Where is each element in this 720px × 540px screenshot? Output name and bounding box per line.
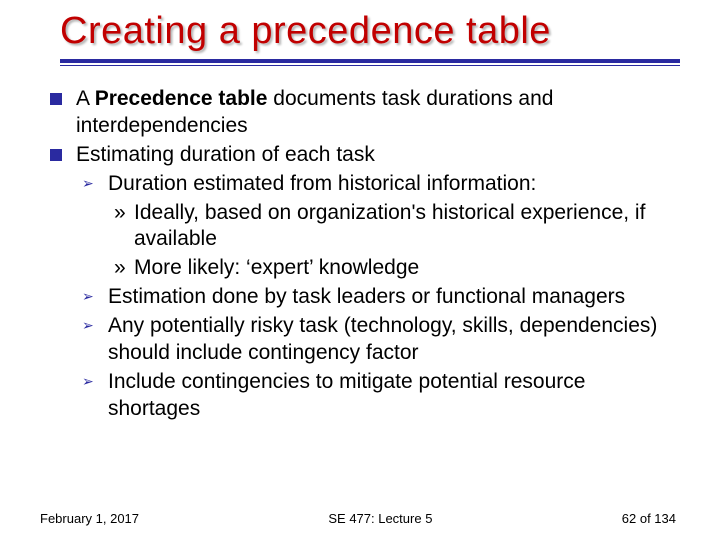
footer-date: February 1, 2017: [40, 511, 139, 526]
text-run: Ideally, based on organization's histori…: [134, 201, 645, 251]
sub-list: ➢ Duration estimated from historical inf…: [76, 171, 670, 423]
text-run: More likely: ‘expert’ knowledge: [134, 256, 419, 279]
list-item: Estimating duration of each task ➢ Durat…: [50, 142, 670, 423]
text-run: Any potentially risky task (technology, …: [108, 314, 657, 364]
title-rule-thick: [60, 59, 680, 63]
square-bullet-icon: [50, 149, 62, 161]
text-run: A: [76, 87, 95, 110]
bullet-list: A Precedence table documents task durati…: [50, 86, 670, 423]
list-item: » More likely: ‘expert’ knowledge: [114, 255, 670, 282]
text-run: Duration estimated from historical infor…: [108, 172, 536, 195]
raquo-bullet-icon: »: [114, 200, 126, 227]
text-run: Include contingencies to mitigate potent…: [108, 370, 585, 420]
title-rule-thin: [60, 65, 680, 66]
arrow-bullet-icon: ➢: [82, 317, 94, 335]
raquo-bullet-icon: »: [114, 255, 126, 282]
slide-title: Creating a precedence table: [60, 10, 680, 53]
sub-sub-list: » Ideally, based on organization's histo…: [108, 200, 670, 283]
arrow-bullet-icon: ➢: [82, 373, 94, 391]
square-bullet-icon: [50, 93, 62, 105]
text-run: Estimation done by task leaders or funct…: [108, 285, 625, 308]
list-item: ➢ Duration estimated from historical inf…: [82, 171, 670, 283]
footer-page: 62 of 134: [622, 511, 676, 526]
arrow-bullet-icon: ➢: [82, 288, 94, 306]
list-item: » Ideally, based on organization's histo…: [114, 200, 670, 254]
slide: Creating a precedence table A Precedence…: [0, 0, 720, 540]
list-item: ➢ Any potentially risky task (technology…: [82, 313, 670, 367]
text-bold: Precedence table: [95, 87, 268, 110]
list-item: ➢ Estimation done by task leaders or fun…: [82, 284, 670, 311]
arrow-bullet-icon: ➢: [82, 175, 94, 193]
list-item: A Precedence table documents task durati…: [50, 86, 670, 140]
slide-body: A Precedence table documents task durati…: [0, 72, 720, 423]
slide-footer: February 1, 2017 SE 477: Lecture 5 62 of…: [0, 511, 720, 526]
list-item: ➢ Include contingencies to mitigate pote…: [82, 369, 670, 423]
text-run: Estimating duration of each task: [76, 143, 375, 166]
title-area: Creating a precedence table: [0, 0, 720, 72]
footer-course: SE 477: Lecture 5: [328, 511, 432, 526]
